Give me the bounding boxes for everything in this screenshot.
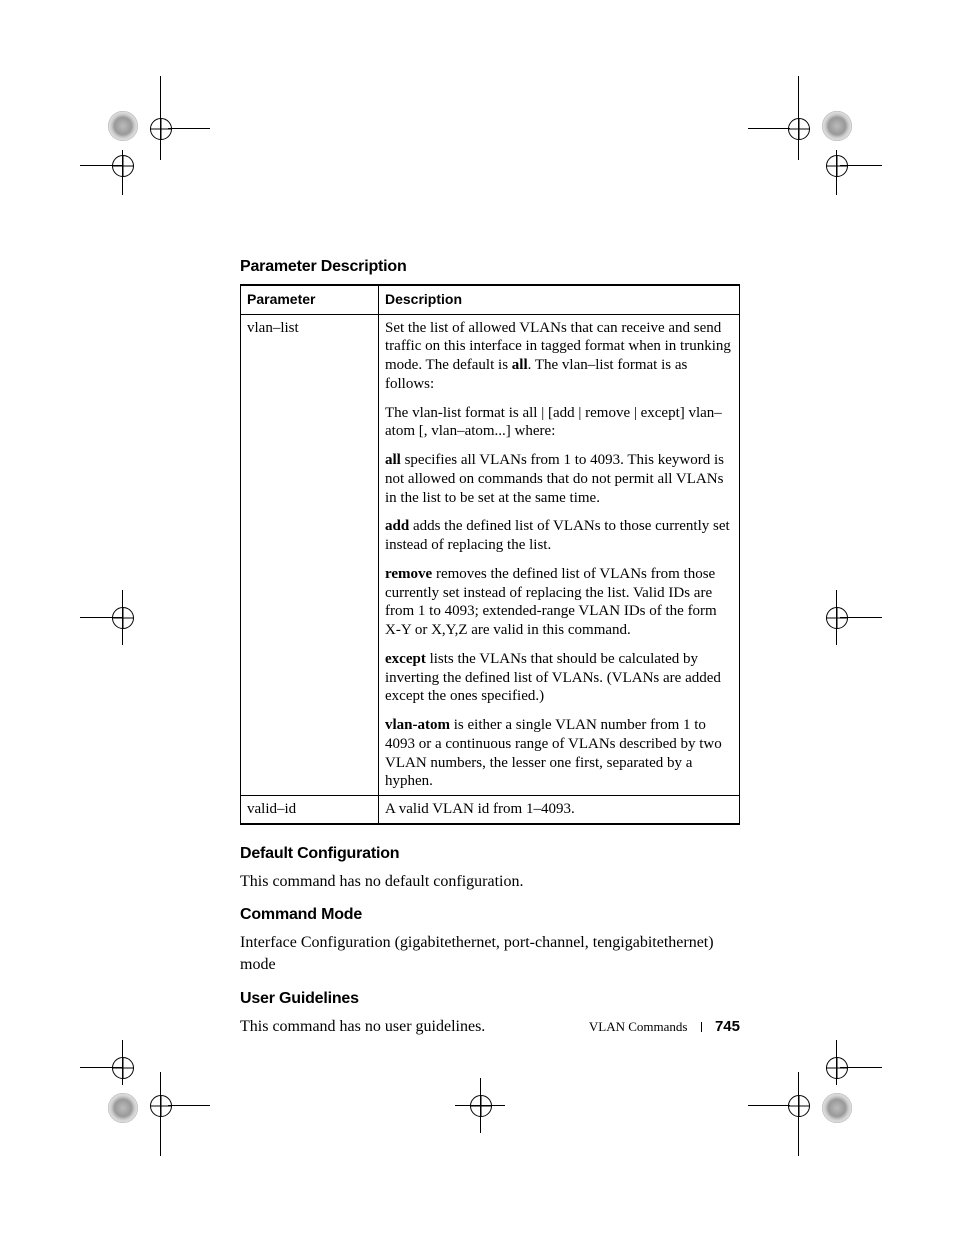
heading-command-mode: Command Mode xyxy=(240,906,740,924)
cell-param: valid–id xyxy=(241,796,379,824)
text-command-mode: Interface Configuration (gigabitethernet… xyxy=(240,932,740,975)
footer-separator xyxy=(701,1022,702,1032)
page-content: Parameter Description Parameter Descript… xyxy=(240,258,740,1051)
table-header-description: Description xyxy=(379,285,740,314)
heading-user-guidelines: User Guidelines xyxy=(240,990,740,1008)
heading-parameter-description: Parameter Description xyxy=(240,258,740,276)
parameter-table: Parameter Description vlan–list Set the … xyxy=(240,284,740,825)
table-header-parameter: Parameter xyxy=(241,285,379,314)
footer-section: VLAN Commands xyxy=(589,1019,688,1034)
cell-desc: A valid VLAN id from 1–4093. xyxy=(379,796,740,824)
table-row: valid–id A valid VLAN id from 1–4093. xyxy=(241,796,740,824)
heading-default-configuration: Default Configuration xyxy=(240,845,740,863)
text-default-configuration: This command has no default configuratio… xyxy=(240,871,740,893)
table-row: vlan–list Set the list of allowed VLANs … xyxy=(241,314,740,796)
footer-page-number: 745 xyxy=(715,1018,740,1035)
page-footer: VLAN Commands 745 xyxy=(240,1018,740,1035)
cell-desc: Set the list of allowed VLANs that can r… xyxy=(379,314,740,796)
cell-param: vlan–list xyxy=(241,314,379,796)
